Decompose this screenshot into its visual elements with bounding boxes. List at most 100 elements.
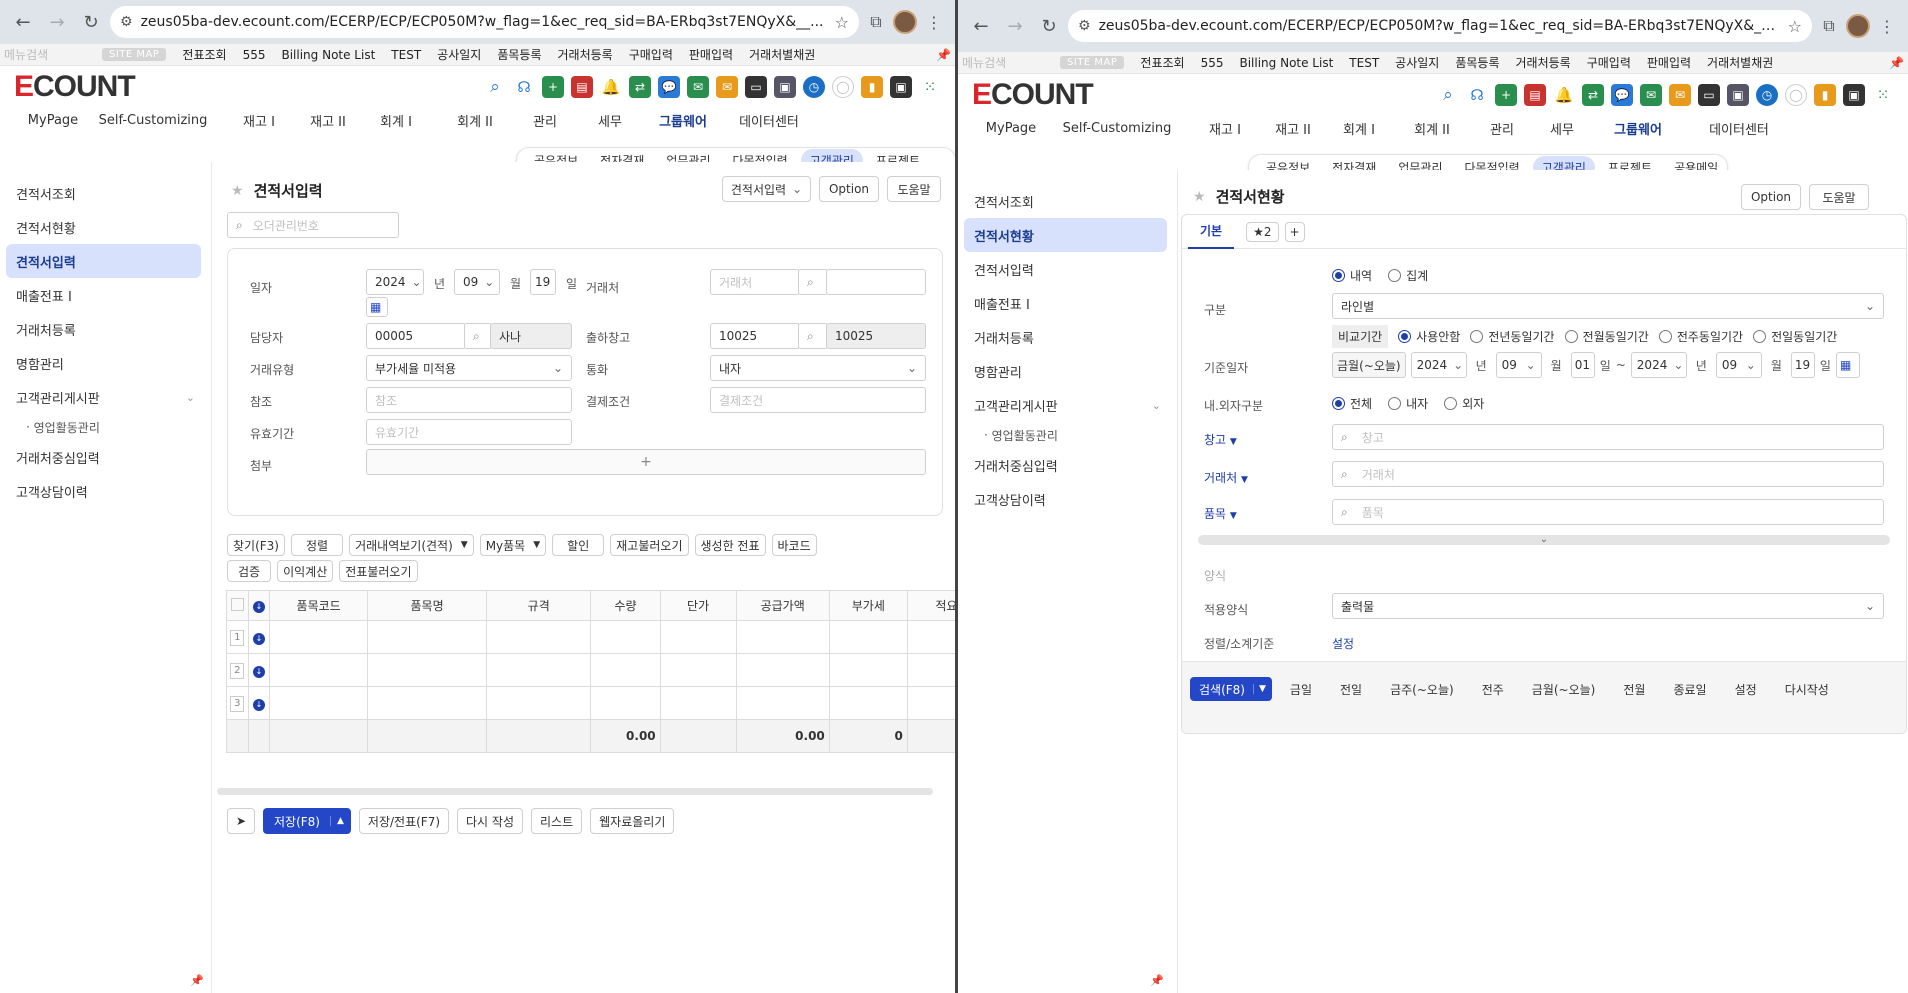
load-slip-button[interactable]: 전표불러오기 [339,560,418,582]
tab-favorites[interactable]: ★2 [1246,221,1279,242]
fav-item[interactable]: TEST [391,48,421,62]
sitemap-button[interactable]: SITE MAP [102,48,167,61]
sidebar-pin-icon[interactable]: 📌 [190,974,204,987]
favorite-star-icon[interactable]: ★ [231,183,244,199]
form-select-button[interactable]: 견적서입력 [722,176,811,202]
cell[interactable] [486,653,592,687]
bookmark-star-icon[interactable]: ☆ [1788,17,1802,36]
year-select[interactable]: 2024 [366,269,424,295]
col-supply[interactable]: 공급가액 [735,590,830,621]
find-button[interactable]: 찾기(F3) [227,534,285,556]
sidebar-item-customer-input[interactable]: 거래처중심입력 [0,440,211,474]
item-filter-label[interactable]: 품목 ▼ [1204,505,1237,522]
menu-search-input[interactable]: 메뉴검색 [4,46,86,63]
clock-icon[interactable]: ◷ [1756,84,1778,106]
type-select[interactable]: 라인별 [1332,293,1884,319]
book-icon[interactable]: ▤ [1524,84,1546,106]
search-button[interactable]: 검색(F8) ▼ [1190,677,1272,701]
caret-up-icon[interactable]: ▲ [329,816,350,826]
expand-toggle[interactable]: ⌄ [1198,535,1890,545]
sidebar-item-quote-status[interactable]: 견적서현황 [964,218,1167,252]
col-item-code[interactable]: 품목코드 [269,590,368,621]
sidebar-item-sales-slip[interactable]: 매출전표 I [958,286,1177,320]
cell[interactable] [735,653,830,687]
chevron-down-icon[interactable]: ⌄ [1152,399,1161,412]
profile-avatar[interactable] [893,10,917,34]
menu-accounting-1[interactable]: 회계 I [356,111,436,130]
fav-item[interactable]: TEST [1349,56,1379,70]
my-items-button[interactable]: My품목 ▼ [479,534,547,556]
folder-icon[interactable]: ▮ [1814,84,1836,106]
clock-icon[interactable]: ◷ [803,76,825,98]
fav-item[interactable]: 전표조회 [1140,54,1184,71]
calendar-icon[interactable]: ▦ [1835,352,1860,378]
to-day-input[interactable]: 19 [1790,352,1815,378]
pin-icon[interactable]: 📌 [1889,56,1904,70]
site-info-icon[interactable]: ⚙ [120,14,133,30]
fav-item[interactable]: 거래처등록 [558,46,613,63]
sidebar-item-customer-register[interactable]: 거래처등록 [0,312,211,346]
sidebar-item-business-card[interactable]: 명함관리 [958,354,1177,388]
menu-search-input[interactable]: 메뉴검색 [962,54,1044,71]
tab-basic[interactable]: 기본 [1188,214,1235,249]
search-icon[interactable]: ⌕ [464,323,492,349]
book-icon[interactable]: ▤ [571,76,593,98]
reload-icon[interactable]: ↻ [76,7,106,37]
compare-prev-day[interactable]: 전일동일기간 [1753,328,1837,345]
radio-summary[interactable]: 집계 [1388,267,1428,284]
sidebar-item-consult-history[interactable]: 고객상담이력 [958,482,1177,516]
cell[interactable] [735,686,830,720]
applied-form-select[interactable]: 출력물 [1332,593,1884,619]
cell[interactable] [906,686,955,720]
sidebar-item-quote-view[interactable]: 견적서조회 [0,176,211,210]
save-button[interactable]: 저장(F8) ▲ [263,808,351,834]
quick-end-date[interactable]: 종료일 [1663,681,1716,698]
cell[interactable] [659,653,737,687]
web-upload-button[interactable]: 웹자료올리기 [590,808,675,834]
tab-add-button[interactable]: + [1284,221,1305,242]
warehouse-code-input[interactable]: 10025 [710,323,800,349]
cell[interactable] [906,653,955,687]
sidebar-item-quote-input[interactable]: 견적서입력 [6,244,201,278]
compare-prev-year[interactable]: 전년동일기간 [1470,328,1555,345]
payment-input[interactable]: 결제조건 [710,387,926,413]
horizontal-scrollbar[interactable] [217,788,933,795]
folder-icon[interactable]: ▮ [861,76,883,98]
fav-item[interactable]: 555 [243,48,266,62]
sidebar-item-sales-slip[interactable]: 매출전표 I [0,278,211,312]
menu-self-customizing[interactable]: Self-Customizing [88,113,218,128]
created-slip-button[interactable]: 생성한 전표 [694,534,766,556]
compare-prev-week[interactable]: 전주동일기간 [1658,328,1743,345]
from-year-select[interactable]: 2024 [1410,352,1467,378]
inout-all[interactable]: 전체 [1332,395,1372,412]
cell[interactable] [366,620,488,654]
quick-setting[interactable]: 설정 [1725,681,1767,698]
cell[interactable] [590,653,661,687]
bookmark-star-icon[interactable]: ☆ [835,13,849,32]
currency-select[interactable]: 내자 [710,355,926,381]
chevron-down-icon[interactable]: ⌄ [186,391,195,404]
menu-mypage[interactable]: MyPage [18,113,88,128]
menu-manage[interactable]: 관리 [514,111,576,130]
fav-item[interactable]: 공사일지 [1395,54,1439,71]
mail-icon[interactable]: ✉ [1669,84,1691,106]
customer-name-field[interactable] [826,269,926,295]
sidebar-pin-icon[interactable]: 📌 [1150,974,1164,987]
item-input[interactable]: ⌕ 품목 [1332,499,1884,525]
discount-button[interactable]: 할인 [552,534,605,556]
sidebar-item-board[interactable]: 고객관리게시판 ⌄ [0,380,211,414]
forward-icon[interactable]: → [1000,11,1030,41]
save-slip-button[interactable]: 저장/전표(F7) [358,808,450,834]
date-preset[interactable]: 금월(~오늘) [1332,352,1406,378]
menu-accounting-1[interactable]: 회계 I [1326,119,1392,138]
browser-menu-icon[interactable]: ⋮ [1874,13,1900,39]
cell[interactable] [366,686,488,720]
sidebar-item-business-card[interactable]: 명함관리 [0,346,211,380]
sidebar-item-consult-history[interactable]: 고객상담이력 [0,474,211,508]
quick-reset[interactable]: 다시작성 [1775,681,1839,698]
fav-item[interactable]: 전표조회 [182,46,226,63]
cell[interactable] [590,686,661,720]
cell[interactable] [486,620,592,654]
cell[interactable] [486,686,592,720]
fav-item[interactable]: 거래처별채권 [1707,54,1773,71]
